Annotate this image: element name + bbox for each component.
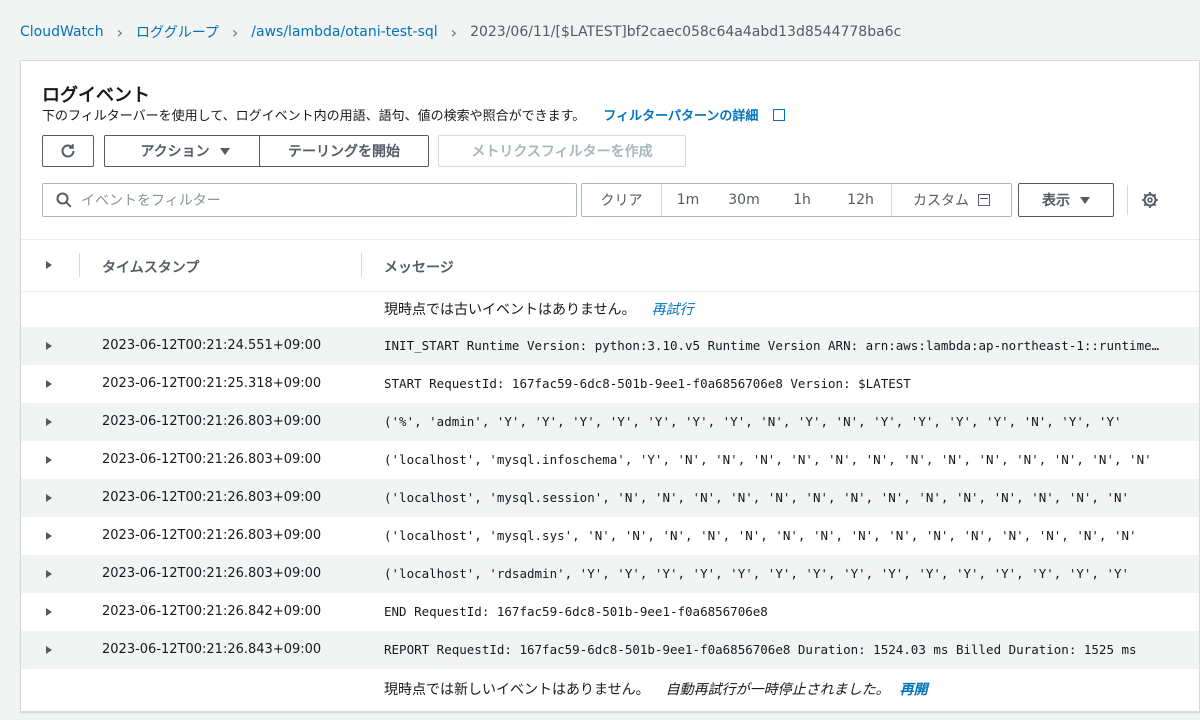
retry-link[interactable]: 再試行: [652, 302, 694, 318]
row-message: REPORT RequestId: 167fac59-6dc8-501b-9ee…: [384, 642, 1137, 657]
actions-dropdown[interactable]: アクション: [104, 135, 266, 167]
table-row[interactable]: 2023-06-12T00:21:26.803+09:00 ('localhos…: [21, 517, 1199, 555]
breadcrumb: CloudWatch › ロググループ › /aws/lambda/otani-…: [20, 22, 901, 42]
time-range-selector: クリア 1m 30m 1h 12h カスタム: [581, 183, 1012, 217]
range-clear-button[interactable]: クリア: [582, 184, 662, 216]
filter-pattern-details-link[interactable]: フィルターパターンの詳細: [603, 109, 758, 124]
resume-link[interactable]: 再開: [900, 682, 928, 698]
expand-row-icon[interactable]: [46, 532, 52, 540]
breadcrumb-separator-icon: ›: [231, 22, 239, 42]
row-message: ('%', 'admin', 'Y', 'Y', 'Y', 'Y', 'Y', …: [384, 414, 1122, 429]
panel-description: 下のフィルターバーを使用して、ログイベント内の用語、語句、値の検索や照合ができま…: [42, 105, 785, 124]
row-timestamp: 2023-06-12T00:21:26.803+09:00: [102, 528, 322, 543]
row-message: START RequestId: 167fac59-6dc8-501b-9ee1…: [384, 376, 911, 391]
column-divider: [361, 253, 362, 277]
row-timestamp: 2023-06-12T00:21:26.803+09:00: [102, 490, 322, 505]
log-events-panel: ログイベント 下のフィルターバーを使用して、ログイベント内の用語、語句、値の検索…: [20, 60, 1200, 712]
row-timestamp: 2023-06-12T00:21:26.803+09:00: [102, 452, 322, 467]
row-timestamp: 2023-06-12T00:21:26.842+09:00: [102, 604, 322, 619]
row-message: ('localhost', 'mysql.infoschema', 'Y', '…: [384, 452, 1152, 467]
page-title: ログイベント: [42, 85, 150, 106]
range-1h-button[interactable]: 1h: [774, 184, 830, 216]
range-12h-button[interactable]: 12h: [830, 184, 892, 216]
search-icon: [56, 192, 72, 208]
custom-label: カスタム: [913, 193, 969, 209]
display-label: 表示: [1042, 193, 1070, 209]
divider: [1127, 185, 1128, 215]
range-1m-button[interactable]: 1m: [662, 184, 714, 216]
table-row[interactable]: 2023-06-12T00:21:26.803+09:00 ('localhos…: [21, 555, 1199, 593]
filter-events-placeholder: イベントをフィルター: [81, 193, 221, 209]
older-events-text: 現時点では古いイベントはありません。: [384, 302, 636, 318]
newer-events-notice-content: 現時点では新しいイベントはありません。 自動再試行が一時停止されました。 再開: [384, 679, 928, 699]
row-timestamp: 2023-06-12T00:21:24.551+09:00: [102, 338, 322, 353]
table-row[interactable]: 2023-06-12T00:21:26.842+09:00 END Reques…: [21, 593, 1199, 631]
expand-row-icon[interactable]: [46, 608, 52, 616]
older-events-notice-content: 現時点では古いイベントはありません。 再試行: [384, 299, 694, 319]
caret-down-icon: [219, 147, 230, 155]
column-timestamp-header[interactable]: タイムスタンプ: [102, 257, 199, 277]
expand-row-icon[interactable]: [46, 380, 52, 388]
expand-row-icon[interactable]: [46, 418, 52, 426]
gear-icon[interactable]: [1141, 191, 1159, 209]
create-metric-filter-button[interactable]: メトリクスフィルターを作成: [438, 135, 686, 167]
breadcrumb-log-groups-link[interactable]: ロググループ: [136, 22, 219, 42]
column-message-header[interactable]: メッセージ: [384, 257, 454, 277]
row-message: END RequestId: 167fac59-6dc8-501b-9ee1-f…: [384, 604, 768, 619]
row-timestamp: 2023-06-12T00:21:25.318+09:00: [102, 376, 322, 391]
expand-row-icon[interactable]: [46, 342, 52, 350]
range-30m-button[interactable]: 30m: [714, 184, 774, 216]
auto-retry-paused-text: 自動再試行が一時停止されました。: [665, 682, 890, 698]
start-tailing-button[interactable]: テーリングを開始: [259, 135, 429, 167]
table-row[interactable]: 2023-06-12T00:21:26.803+09:00 ('localhos…: [21, 479, 1199, 517]
refresh-icon: [61, 144, 75, 158]
breadcrumb-cloudwatch-link[interactable]: CloudWatch: [20, 24, 104, 40]
breadcrumb-log-group-link[interactable]: /aws/lambda/otani-test-sql: [251, 24, 437, 40]
table-row[interactable]: 2023-06-12T00:21:26.803+09:00 ('localhos…: [21, 441, 1199, 479]
table-header: タイムスタンプ メッセージ: [21, 239, 1199, 292]
expand-row-icon[interactable]: [46, 570, 52, 578]
breadcrumb-separator-icon: ›: [450, 22, 458, 42]
newer-events-text: 現時点では新しいイベントはありません。: [384, 682, 650, 698]
older-events-notice: 現時点では古いイベントはありません。 再試行: [21, 291, 1199, 327]
row-timestamp: 2023-06-12T00:21:26.803+09:00: [102, 414, 322, 429]
expand-row-icon[interactable]: [46, 646, 52, 654]
row-timestamp: 2023-06-12T00:21:26.803+09:00: [102, 566, 322, 581]
table-row[interactable]: 2023-06-12T00:21:25.318+09:00 START Requ…: [21, 365, 1199, 403]
external-link-icon[interactable]: [772, 109, 785, 121]
caret-down-icon: [1080, 196, 1090, 204]
row-message: ('localhost', 'mysql.session', 'N', 'N',…: [384, 490, 1130, 505]
row-message: ('localhost', 'rdsadmin', 'Y', 'Y', 'Y',…: [384, 566, 1130, 581]
expand-row-icon[interactable]: [46, 494, 52, 502]
row-timestamp: 2023-06-12T00:21:26.843+09:00: [102, 642, 322, 657]
breadcrumb-current-stream: 2023/06/11/[$LATEST]bf2caec058c64a4abd13…: [470, 24, 902, 40]
expand-all-icon[interactable]: [46, 261, 52, 269]
expand-row-icon[interactable]: [46, 456, 52, 464]
actions-label: アクション: [140, 144, 210, 160]
filter-events-input[interactable]: イベントをフィルター: [42, 183, 577, 217]
calendar-icon: [978, 194, 990, 206]
row-message: ('localhost', 'mysql.sys', 'N', 'N', 'N'…: [384, 528, 1137, 543]
row-message: INIT_START Runtime Version: python:3.10.…: [384, 338, 1164, 353]
description-text: 下のフィルターバーを使用して、ログイベント内の用語、語句、値の検索や照合ができま…: [42, 109, 586, 124]
table-row[interactable]: 2023-06-12T00:21:26.803+09:00 ('%', 'adm…: [21, 403, 1199, 441]
refresh-button[interactable]: [42, 135, 94, 167]
column-divider: [79, 253, 80, 277]
range-custom-button[interactable]: カスタム: [892, 184, 1011, 216]
panel-header: ログイベント 下のフィルターバーを使用して、ログイベント内の用語、語句、値の検索…: [21, 61, 1199, 240]
breadcrumb-separator-icon: ›: [116, 22, 123, 42]
display-dropdown[interactable]: 表示: [1018, 183, 1114, 217]
newer-events-notice: 現時点では新しいイベントはありません。 自動再試行が一時停止されました。 再開: [21, 671, 1199, 707]
table-row[interactable]: 2023-06-12T00:21:24.551+09:00 INIT_START…: [21, 327, 1199, 365]
table-row[interactable]: 2023-06-12T00:21:26.843+09:00 REPORT Req…: [21, 631, 1199, 669]
